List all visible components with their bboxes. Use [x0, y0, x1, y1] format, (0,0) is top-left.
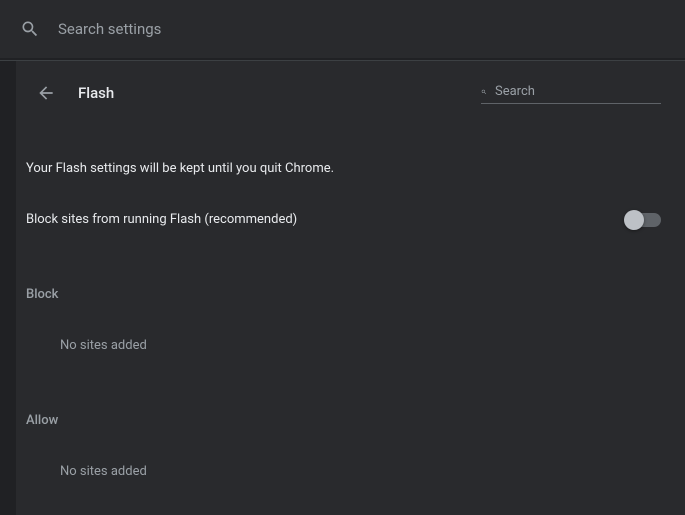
block-section-header: Block: [16, 263, 685, 302]
block-flash-label: Block sites from running Flash (recommen…: [26, 212, 627, 227]
info-text: Your Flash settings will be kept until y…: [16, 133, 685, 176]
allow-section-header: Allow: [16, 389, 685, 428]
block-flash-toggle-row: Block sites from running Flash (recommen…: [16, 176, 685, 263]
inline-search: [481, 83, 661, 104]
top-search-bar: [0, 0, 685, 58]
page-search-input[interactable]: [495, 84, 661, 99]
allow-empty-text: No sites added: [16, 428, 685, 515]
search-settings-input[interactable]: [58, 20, 665, 38]
arrow-back-icon: [36, 83, 56, 103]
content-wrapper: Flash Your Flash settings will be kept u…: [0, 60, 685, 515]
toggle-thumb: [624, 210, 644, 230]
search-icon: [20, 19, 40, 39]
block-flash-toggle[interactable]: [627, 213, 661, 227]
block-empty-text: No sites added: [16, 302, 685, 389]
header-row: Flash: [16, 61, 685, 133]
content-panel: Flash Your Flash settings will be kept u…: [16, 61, 685, 515]
page-title: Flash: [78, 84, 114, 102]
back-button[interactable]: [28, 75, 64, 111]
search-icon: [481, 83, 487, 101]
